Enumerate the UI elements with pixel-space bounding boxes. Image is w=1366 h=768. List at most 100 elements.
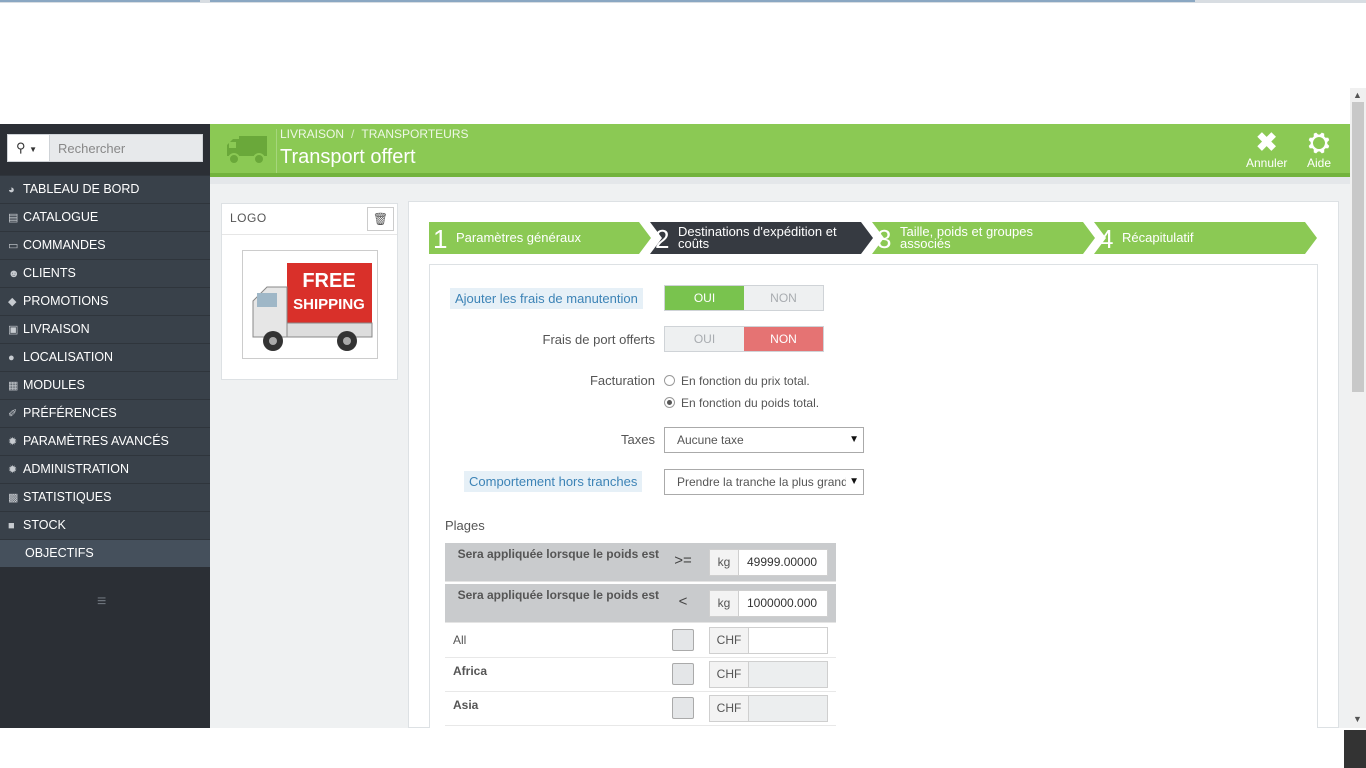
sidebar-menu: ◕ TABLEAU DE BORD ▤ CATALOGUE ▭ COMMANDES ☻… (0, 175, 210, 567)
out-of-range-select[interactable]: Prendre la tranche la plus grande ▼ (664, 469, 864, 495)
header-shadow (210, 177, 1350, 184)
handling-fees-label[interactable]: Ajouter les frais de manutention (450, 288, 643, 309)
collapse-menu-icon[interactable]: ≡ (97, 593, 106, 611)
breadcrumb-separator: / (351, 127, 355, 141)
step-1[interactable]: 1 Paramètres généraux (429, 222, 639, 254)
range-min-input[interactable]: 49999.00000 (738, 549, 828, 576)
radio-unchecked-icon (664, 375, 675, 386)
range-row-min: Sera appliquée lorsque le poids est >= k… (445, 543, 836, 582)
chevron-down-icon: ▼ (29, 145, 38, 154)
breadcrumb-livraison[interactable]: LIVRAISON (280, 127, 344, 141)
zone-price-input[interactable] (748, 661, 828, 688)
sidebar-item-clients[interactable]: ☻ CLIENTS (0, 259, 210, 287)
zone-row-all: All CHF (445, 624, 836, 658)
sidebar-item-modules[interactable]: ▦ MODULES (0, 371, 210, 399)
taxes-select[interactable]: Aucune taxe ▼ (664, 427, 864, 453)
zone-row-africa: Africa CHF (445, 658, 836, 692)
billing-label: Facturation (589, 373, 655, 388)
free-shipping-toggle[interactable]: OUI NON (664, 326, 824, 352)
page-header: LIVRAISON / TRANSPORTEURS Transport offert… (210, 124, 1350, 177)
bar-chart-icon: ▩ (8, 492, 19, 504)
vertical-scrollbar[interactable]: ▲ ▼ (1350, 88, 1366, 728)
scrollbar-thumb[interactable] (1352, 102, 1364, 392)
help-button[interactable]: ⛭ Aide (1307, 128, 1331, 170)
credit-card-icon: ▭ (8, 240, 19, 252)
zone-name: All (453, 633, 467, 647)
archive-icon: ■ (8, 520, 15, 532)
trash-icon: 🗑 (372, 212, 389, 226)
sidebar-item-tableau-de-bord[interactable]: ◕ TABLEAU DE BORD (0, 175, 210, 203)
handling-fees-toggle[interactable]: OUI NON (664, 285, 824, 311)
sidebar-item-statistiques[interactable]: ▩ STATISTIQUES (0, 483, 210, 511)
search-box: ⚲ ▼ Rechercher (7, 134, 203, 162)
zone-currency: CHF (709, 661, 749, 688)
scroll-down-icon[interactable]: ▼ (1353, 714, 1362, 724)
book-icon: ▤ (8, 212, 19, 224)
sidebar-subitem-objectifs[interactable]: OBJECTIFS (0, 539, 210, 567)
handling-no-option[interactable]: NON (744, 286, 823, 310)
zone-checkbox[interactable] (672, 697, 694, 719)
search-scope-dropdown[interactable]: ⚲ ▼ (8, 135, 50, 161)
zone-price-input[interactable] (748, 695, 828, 722)
cancel-label: Annuler (1246, 156, 1288, 170)
truck-icon (222, 129, 277, 173)
zone-row-asia: Asia CHF (445, 692, 836, 726)
handling-yes-option[interactable]: OUI (665, 286, 744, 310)
step-3[interactable]: 3 Taille, poids et groupes associés (873, 222, 1083, 254)
sidebar-item-stock[interactable]: ■ STOCK (0, 511, 210, 539)
breadcrumb-transporteurs[interactable]: TRANSPORTEURS (361, 127, 468, 141)
dropdown-arrow-icon: ▼ (849, 434, 859, 445)
close-icon: ✖ (1255, 127, 1278, 157)
cancel-button[interactable]: ✖ Annuler (1246, 128, 1287, 170)
zone-name: Africa (453, 664, 488, 678)
sidebar-item-localisation[interactable]: ● LOCALISATION (0, 343, 210, 371)
zone-currency: CHF (709, 695, 749, 722)
search-input[interactable]: Rechercher (58, 141, 125, 156)
sidebar-item-administration[interactable]: ✹ ADMINISTRATION (0, 455, 210, 483)
zone-checkbox[interactable] (672, 629, 694, 651)
sidebar: ⚲ ▼ Rechercher ◕ TABLEAU DE BORD ▤ CATALOG… (0, 124, 210, 728)
billing-price-radio[interactable]: En fonction du prix total. (664, 374, 810, 388)
logo-text-shipping: SHIPPING (293, 296, 365, 313)
delete-logo-button[interactable]: 🗑 (367, 207, 394, 231)
wizard-steps: 1 Paramètres généraux 2 Destinations d'e… (429, 222, 1317, 254)
billing-weight-radio[interactable]: En fonction du poids total. (664, 396, 819, 410)
free-shipping-yes-option[interactable]: OUI (665, 327, 744, 351)
globe-icon: ● (8, 352, 15, 364)
resize-grip[interactable] (1344, 730, 1366, 768)
out-of-range-label[interactable]: Comportement hors tranches (464, 471, 643, 492)
logo-panel-title: LOGO (230, 211, 267, 225)
sidebar-item-preferences[interactable]: ✐ PRÉFÉRENCES (0, 399, 210, 427)
logo-text-free: FREE (302, 270, 355, 292)
sidebar-item-commandes[interactable]: ▭ COMMANDES (0, 231, 210, 259)
step-4[interactable]: 4 Récapitulatif (1095, 222, 1305, 254)
dashboard-icon: ◕ (8, 184, 15, 196)
bottom-bar (0, 728, 1366, 768)
range-operator: >= (674, 552, 692, 569)
wrench-icon: ✐ (8, 408, 18, 420)
free-shipping-no-option[interactable]: NON (744, 327, 823, 351)
free-shipping-label: Frais de port offerts (542, 332, 655, 347)
range-row-max: Sera appliquée lorsque le poids est < kg… (445, 584, 836, 623)
ranges-title: Plages (445, 518, 485, 533)
sidebar-item-promotions[interactable]: ◆ PROMOTIONS (0, 287, 210, 315)
zone-checkbox[interactable] (672, 663, 694, 685)
step-2[interactable]: 2 Destinations d'expédition et coûts (651, 222, 861, 254)
puzzle-icon: ▦ (8, 380, 19, 392)
sidebar-item-parametres-avances[interactable]: ✹ PARAMÈTRES AVANCÉS (0, 427, 210, 455)
zone-price-input[interactable] (748, 627, 828, 654)
radio-checked-icon (664, 397, 675, 408)
sidebar-item-catalogue[interactable]: ▤ CATALOGUE (0, 203, 210, 231)
cogs-icon: ✹ (8, 436, 18, 448)
logo-panel: LOGO 🗑 FREE SHIPPING (221, 203, 398, 380)
search-icon: ⚲ (16, 140, 26, 155)
scroll-up-icon[interactable]: ▲ (1353, 90, 1362, 100)
range-row-label: Sera appliquée lorsque le poids est (457, 547, 659, 561)
range-max-input[interactable]: 1000000.000 (738, 590, 828, 617)
sidebar-item-livraison[interactable]: ▣ LIVRAISON (0, 315, 210, 343)
browser-top-strip (0, 0, 1366, 3)
dropdown-arrow-icon: ▼ (846, 470, 859, 494)
breadcrumb: LIVRAISON / TRANSPORTEURS (280, 127, 469, 141)
carrier-logo-image: FREE SHIPPING (242, 250, 378, 359)
help-label: Aide (1307, 156, 1332, 170)
